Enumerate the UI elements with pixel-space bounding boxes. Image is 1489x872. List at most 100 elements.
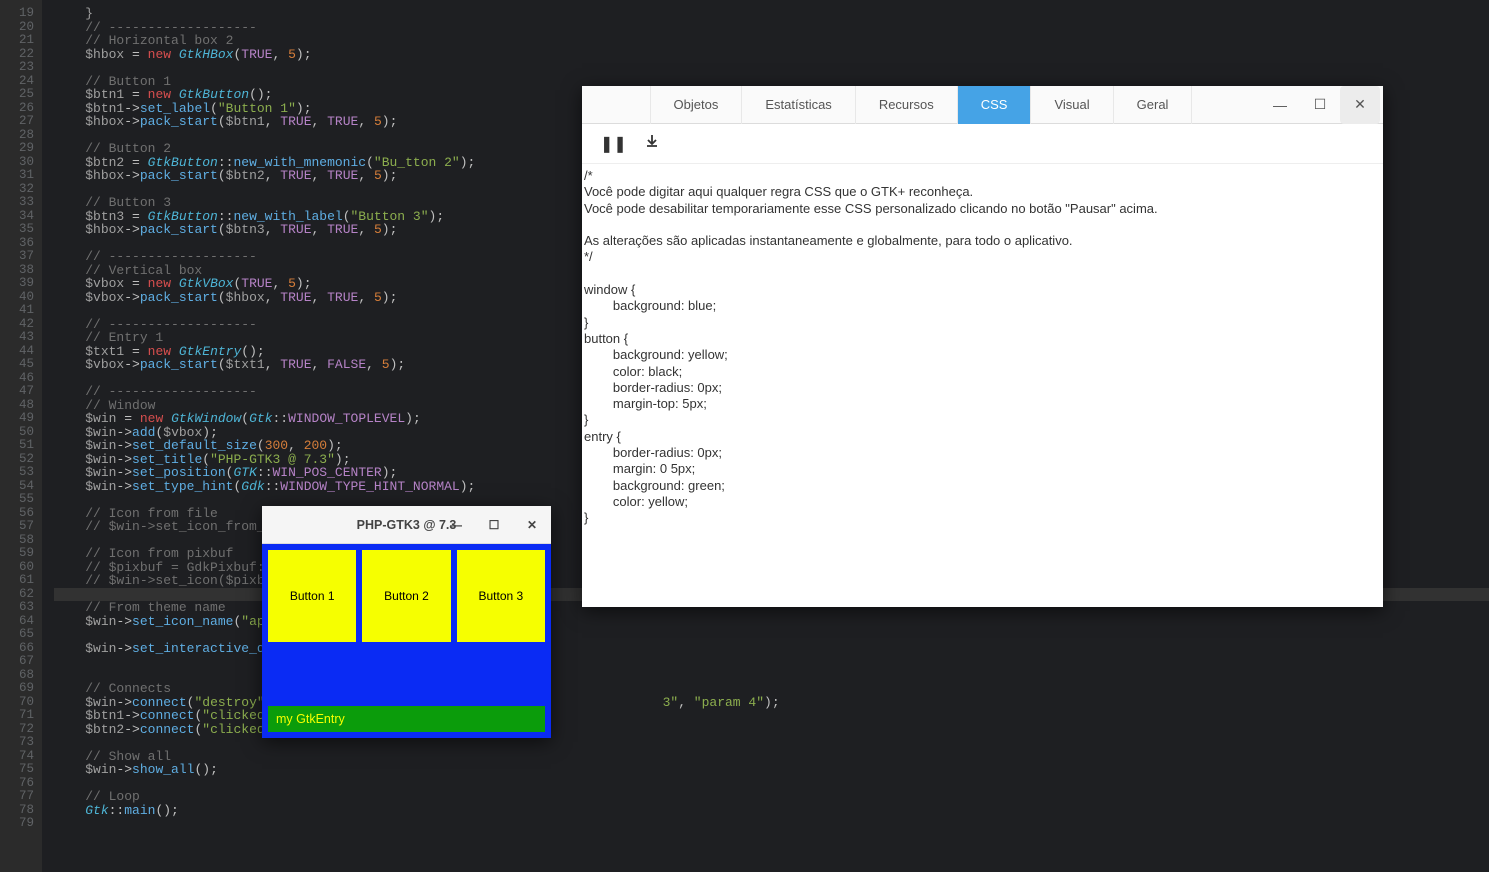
css-line[interactable]: margin: 0 5px;	[584, 461, 1381, 477]
inspector-header: ObjetosEstatísticasRecursosCSSVisualGera…	[582, 86, 1383, 124]
line-number: 60	[0, 561, 34, 575]
css-line[interactable]: color: yellow;	[584, 494, 1381, 510]
line-number: 68	[0, 669, 34, 683]
line-number: 58	[0, 534, 34, 548]
line-number: 33	[0, 196, 34, 210]
line-number: 21	[0, 34, 34, 48]
inspector-tab-recursos[interactable]: Recursos	[856, 86, 958, 124]
line-number: 65	[0, 628, 34, 642]
code-line[interactable]: // Loop	[54, 790, 1489, 804]
line-number: 66	[0, 642, 34, 656]
css-line[interactable]: }	[584, 412, 1381, 428]
inspector-maximize-button[interactable]: ☐	[1300, 86, 1340, 124]
line-number: 40	[0, 291, 34, 305]
css-line[interactable]: button {	[584, 331, 1381, 347]
line-number: 38	[0, 264, 34, 278]
demo-entry[interactable]	[268, 706, 545, 732]
line-number: 73	[0, 736, 34, 750]
line-number: 62	[0, 588, 34, 602]
inspector-css-editor[interactable]: /*Você pode digitar aqui qualquer regra …	[582, 164, 1383, 531]
demo-titlebar[interactable]: PHP-GTK3 @ 7.3 — ☐ ✕	[262, 506, 551, 544]
inspector-minimize-button[interactable]: —	[1260, 86, 1300, 124]
line-number: 36	[0, 237, 34, 251]
css-line[interactable]: color: black;	[584, 364, 1381, 380]
line-number: 45	[0, 358, 34, 372]
line-number: 29	[0, 142, 34, 156]
line-number-gutter: 1920212223242526272829303132333435363738…	[0, 0, 42, 872]
css-line[interactable]: border-radius: 0px;	[584, 445, 1381, 461]
css-line[interactable]: Você pode desabilitar temporariamente es…	[584, 201, 1381, 217]
line-number: 67	[0, 655, 34, 669]
inspector-tab-visual[interactable]: Visual	[1031, 86, 1113, 124]
css-line[interactable]: Você pode digitar aqui qualquer regra CS…	[584, 184, 1381, 200]
maximize-button[interactable]: ☐	[475, 506, 513, 543]
css-line[interactable]	[584, 266, 1381, 282]
inspector-tab-geral[interactable]: Geral	[1114, 86, 1193, 124]
line-number: 35	[0, 223, 34, 237]
line-number: 43	[0, 331, 34, 345]
inspector-close-button[interactable]: ✕	[1340, 86, 1380, 124]
line-number: 70	[0, 696, 34, 710]
code-line[interactable]: }	[54, 7, 1489, 21]
code-line[interactable]: Gtk::main();	[54, 804, 1489, 818]
inspector-tab-objetos[interactable]: Objetos	[650, 86, 743, 124]
inspector-tab-css[interactable]: CSS	[958, 86, 1032, 124]
minimize-button[interactable]: —	[437, 506, 475, 543]
css-line[interactable]: }	[584, 315, 1381, 331]
inspector-toolbar: ❚❚	[582, 124, 1383, 164]
line-number: 74	[0, 750, 34, 764]
code-line[interactable]: // Show all	[54, 750, 1489, 764]
line-number: 61	[0, 574, 34, 588]
demo-button-2[interactable]: Button 2	[362, 550, 450, 642]
css-line[interactable]: window {	[584, 282, 1381, 298]
line-number: 77	[0, 790, 34, 804]
css-line[interactable]: background: yellow;	[584, 347, 1381, 363]
line-number: 69	[0, 682, 34, 696]
css-line[interactable]: /*	[584, 168, 1381, 184]
line-number: 19	[0, 7, 34, 21]
css-line[interactable]	[584, 217, 1381, 233]
line-number: 20	[0, 21, 34, 35]
line-number: 22	[0, 48, 34, 62]
css-line[interactable]: }	[584, 510, 1381, 526]
download-icon[interactable]	[645, 134, 659, 153]
line-number: 50	[0, 426, 34, 440]
pause-icon[interactable]: ❚❚	[600, 134, 627, 154]
css-line[interactable]: background: green;	[584, 478, 1381, 494]
code-line[interactable]: $win->show_all();	[54, 763, 1489, 777]
line-number: 59	[0, 547, 34, 561]
code-line[interactable]: // Horizontal box 2	[54, 34, 1489, 48]
demo-window: PHP-GTK3 @ 7.3 — ☐ ✕ Button 1 Button 2 B…	[262, 506, 551, 738]
css-line[interactable]: */	[584, 249, 1381, 265]
line-number: 72	[0, 723, 34, 737]
inspector-tabs: ObjetosEstatísticasRecursosCSSVisualGera…	[582, 86, 1260, 124]
line-number: 39	[0, 277, 34, 291]
css-line[interactable]: entry {	[584, 429, 1381, 445]
css-line[interactable]: border-radius: 0px;	[584, 380, 1381, 396]
line-number: 64	[0, 615, 34, 629]
close-button[interactable]: ✕	[513, 506, 551, 543]
css-line[interactable]: background: blue;	[584, 298, 1381, 314]
line-number: 75	[0, 763, 34, 777]
line-number: 48	[0, 399, 34, 413]
line-number: 57	[0, 520, 34, 534]
line-number: 34	[0, 210, 34, 224]
inspector-tab-estatísticas[interactable]: Estatísticas	[742, 86, 855, 124]
line-number: 41	[0, 304, 34, 318]
line-number: 24	[0, 75, 34, 89]
line-number: 44	[0, 345, 34, 359]
demo-button-3[interactable]: Button 3	[457, 550, 545, 642]
code-line[interactable]: $hbox = new GtkHBox(TRUE, 5);	[54, 48, 1489, 62]
css-line[interactable]: As alterações são aplicadas instantaneam…	[584, 233, 1381, 249]
inspector-window: ObjetosEstatísticasRecursosCSSVisualGera…	[582, 86, 1383, 607]
line-number: 26	[0, 102, 34, 116]
line-number: 47	[0, 385, 34, 399]
code-line[interactable]	[54, 61, 1489, 75]
line-number: 52	[0, 453, 34, 467]
code-line[interactable]: // -------------------	[54, 21, 1489, 35]
code-line[interactable]	[54, 777, 1489, 791]
demo-button-1[interactable]: Button 1	[268, 550, 356, 642]
css-line[interactable]: margin-top: 5px;	[584, 396, 1381, 412]
code-line[interactable]	[54, 736, 1489, 750]
line-number: 23	[0, 61, 34, 75]
